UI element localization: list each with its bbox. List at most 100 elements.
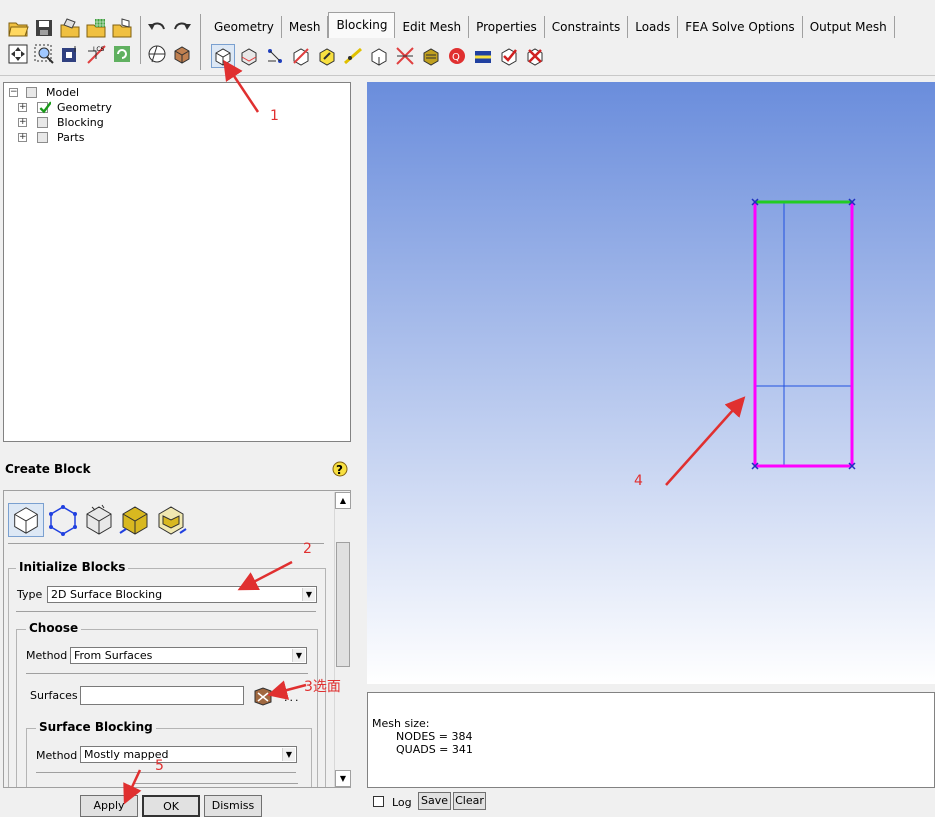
log-label: Log [392,796,412,809]
msg-nodes: NODES = 384 [396,730,473,743]
open-mesh-icon[interactable] [84,16,108,40]
panel-scrollbar[interactable]: ▲ ▼ [334,492,351,787]
tree-item-parts[interactable]: Parts [57,130,84,145]
save-log-button[interactable]: Save [418,792,451,810]
pre-mesh-smooth-icon[interactable] [471,44,495,68]
measure-icon[interactable]: LCS [84,42,108,66]
svg-text:?: ? [336,463,343,477]
msg-quads: QUADS = 341 [396,743,473,756]
apply-button[interactable]: Apply [80,795,138,817]
svg-text:LCS: LCS [93,46,105,53]
surfaces-label: Surfaces [30,689,78,702]
edit-block-icon[interactable] [289,44,313,68]
pre-mesh-params-icon[interactable] [419,44,443,68]
annotation-1: 1 [270,108,279,124]
surfaces-more[interactable]: ... [284,691,301,704]
blocking-checkbox[interactable] [37,117,48,128]
create-block-panel: Initialize Blocks Type 2D Surface Blocki… [3,490,351,788]
wireframe-display-icon[interactable] [170,42,194,66]
panel-title: Create Block [5,462,91,476]
log-checkbox[interactable] [373,796,384,807]
create-block-icon[interactable] [211,44,235,68]
open-blocking-icon[interactable] [110,16,134,40]
geometry-checkbox[interactable] [37,101,51,114]
tree-item-model[interactable]: Model [46,85,79,100]
zoom-box-icon[interactable] [32,42,56,66]
fit-window-icon[interactable] [6,42,30,66]
view-icon[interactable] [58,42,82,66]
model-checkbox[interactable] [26,87,37,98]
save-project-icon[interactable] [32,16,56,40]
split-block-icon[interactable] [237,44,261,68]
edit-edge-icon[interactable] [393,44,417,68]
ribbon-tabs: Geometry Mesh Blocking Edit Mesh Propert… [207,12,895,38]
model-tree: − Model + Geometry + Blocking + Parts [3,82,351,442]
tab-edit-mesh[interactable]: Edit Mesh [395,16,470,38]
scroll-thumb[interactable] [336,542,350,667]
parts-checkbox[interactable] [37,132,48,143]
method-label: Method [26,649,68,662]
main-toolbar: LCS Geometry Mesh Blocking Edit Mesh Pro… [0,0,935,76]
method-select[interactable]: From Surfaces ▼ [70,647,307,664]
from-vertices-icon[interactable] [46,503,80,537]
associate-icon[interactable] [315,44,339,68]
method-select-value: From Surfaces [74,649,153,662]
clear-log-button[interactable]: Clear [453,792,486,810]
expand-toggle[interactable]: + [18,103,27,112]
expand-toggle[interactable]: + [18,133,27,142]
help-icon[interactable]: ? [331,460,349,478]
check-blocks-icon[interactable] [497,44,521,68]
splitter[interactable] [355,82,363,788]
scroll-up-icon[interactable]: ▲ [335,492,351,509]
chevron-down-icon[interactable]: ▼ [282,748,295,761]
surface-blocking-title: Surface Blocking [36,720,156,734]
open-project-icon[interactable] [6,16,30,40]
tab-mesh[interactable]: Mesh [281,16,329,38]
initialize-blocks-icon[interactable] [8,503,44,537]
initialize-blocks-title: Initialize Blocks [16,560,129,574]
transform-blocks-icon[interactable] [367,44,391,68]
tab-constraints[interactable]: Constraints [544,16,629,38]
tab-blocking[interactable]: Blocking [328,12,396,38]
tab-properties[interactable]: Properties [469,16,545,38]
ok-button[interactable]: OK [142,795,200,817]
delete-block-icon[interactable] [523,44,547,68]
choose-title: Choose [26,621,82,635]
sb-method-label: Method [36,749,78,762]
tab-output-mesh[interactable]: Output Mesh [802,16,895,38]
3d-to-2d-icon[interactable] [154,503,188,537]
graphics-viewport[interactable] [367,82,935,684]
tab-loads[interactable]: Loads [628,16,679,38]
chevron-down-icon[interactable]: ▼ [302,588,315,601]
select-surfaces-icon[interactable] [252,685,274,707]
scroll-down-icon[interactable]: ▼ [335,770,351,787]
tab-fea-solve-options[interactable]: FEA Solve Options [678,16,803,38]
tab-geometry[interactable]: Geometry [207,16,282,38]
move-vertex-icon[interactable] [341,44,365,68]
surfaces-input[interactable] [80,686,244,705]
svg-text:Q: Q [452,52,460,63]
merge-vertices-icon[interactable] [263,44,287,68]
expand-toggle[interactable]: + [18,118,27,127]
refresh-icon[interactable] [110,42,134,66]
annotation-3: 3选面 [304,679,341,695]
message-pane: Mesh size: NODES = 384 QUADS = 341 [367,692,935,788]
collapse-toggle[interactable]: − [9,88,18,97]
tree-item-blocking[interactable]: Blocking [57,115,104,130]
vertex-markers [751,198,856,470]
redo-icon[interactable] [170,16,194,40]
undo-icon[interactable] [145,16,169,40]
type-select-value: 2D Surface Blocking [51,588,163,601]
solid-display-icon[interactable] [145,42,169,66]
msg-mesh-size: Mesh size: [372,717,430,730]
pre-mesh-quality-icon[interactable]: Q [445,44,469,68]
tree-item-geometry[interactable]: Geometry [57,100,112,115]
sb-method-select[interactable]: Mostly mapped ▼ [80,746,297,763]
type-select[interactable]: 2D Surface Blocking ▼ [47,586,317,603]
2d-to-3d-icon[interactable] [118,503,152,537]
dismiss-button[interactable]: Dismiss [204,795,262,817]
chevron-down-icon[interactable]: ▼ [292,649,305,662]
extrude-face-icon[interactable] [82,503,116,537]
open-geometry-icon[interactable] [58,16,82,40]
type-label: Type [17,588,43,601]
